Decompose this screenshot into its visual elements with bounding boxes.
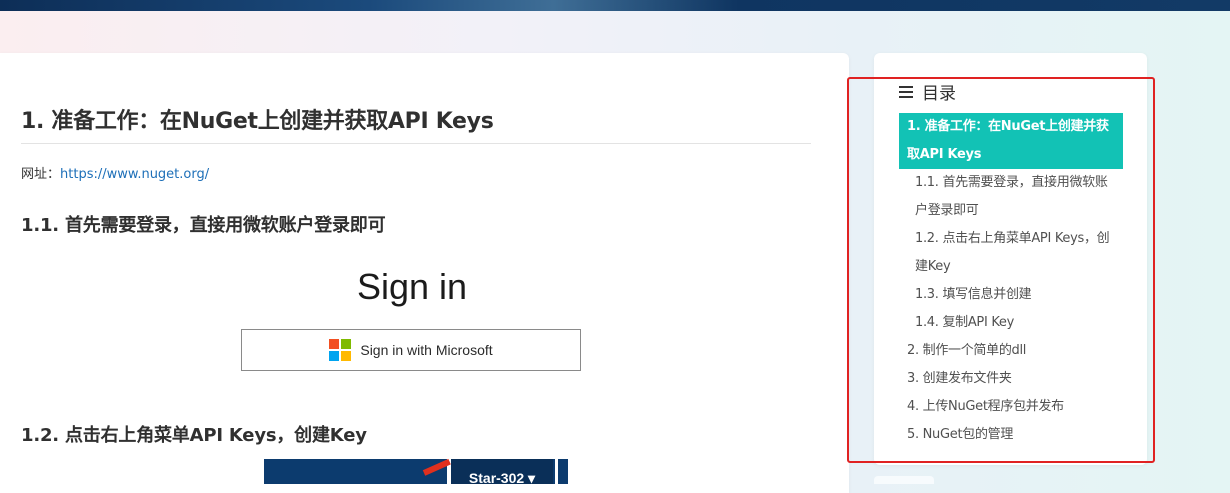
ms-button-label: Sign in with Microsoft bbox=[360, 342, 493, 358]
section-heading-login: 1.1. 首先需要登录，直接用微软账户登录即可 bbox=[21, 215, 386, 236]
article-heading: 1. 准备工作：在NuGet上创建并获取API Keys bbox=[21, 103, 811, 144]
site-line: 网址：https://www.nuget.org/ bbox=[21, 163, 209, 182]
top-banner bbox=[0, 0, 1230, 11]
red-highlight-box bbox=[847, 77, 1155, 463]
microsoft-logo-icon bbox=[329, 339, 352, 361]
card-edge bbox=[874, 476, 934, 484]
section-heading-menu: 1.2. 点击右上角菜单API Keys，创建Key bbox=[21, 425, 367, 446]
site-label: 网址： bbox=[21, 167, 61, 182]
sign-in-with-microsoft-button[interactable]: Sign in with Microsoft bbox=[241, 329, 581, 371]
signin-title: Sign in bbox=[356, 266, 468, 307]
screenshot-divider bbox=[555, 459, 558, 484]
user-menu-button: Star-302 ▾ bbox=[451, 459, 553, 486]
site-link[interactable]: https://www.nuget.org/ bbox=[60, 167, 209, 182]
